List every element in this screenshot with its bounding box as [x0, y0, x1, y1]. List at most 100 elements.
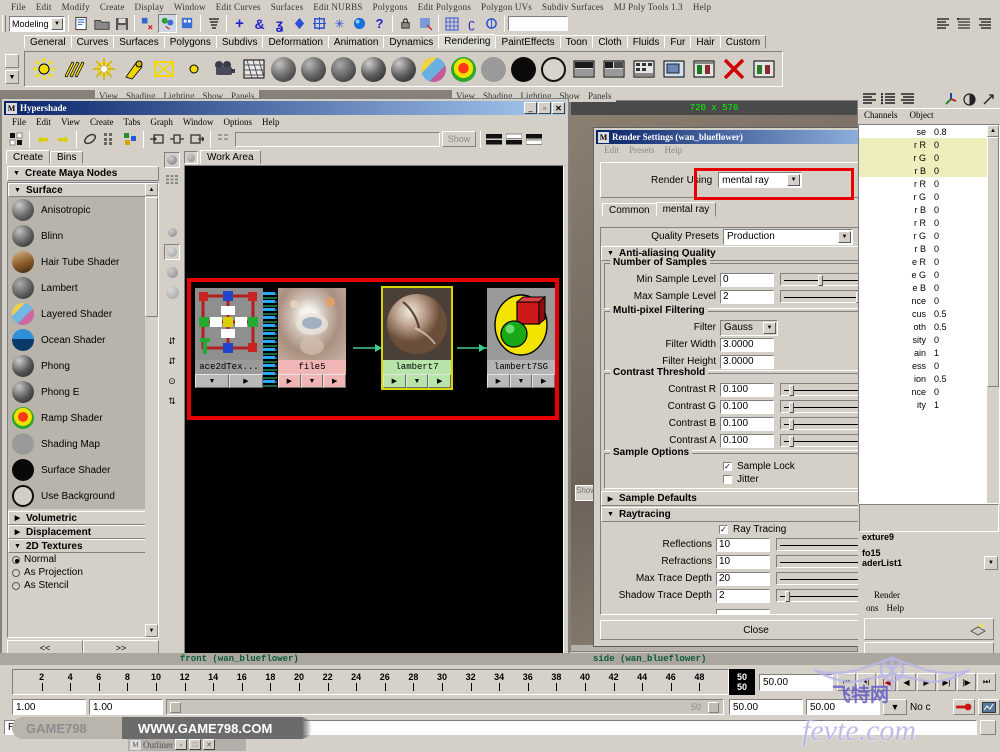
chevron-down-icon[interactable]: ▼: [763, 321, 776, 334]
hs-menu-create[interactable]: Create: [85, 117, 118, 127]
back-arrow-icon[interactable]: ⬅: [34, 130, 52, 148]
sort-reverse-icon[interactable]: ⇵: [165, 354, 180, 369]
sort-by-type-icon[interactable]: ⇅: [165, 394, 180, 409]
node-layered-shader[interactable]: Layered Shader: [8, 301, 158, 327]
hypershade-menu-bar[interactable]: File Edit View Create Tabs Graph Window …: [4, 115, 566, 128]
ipr-render-icon[interactable]: ʗ: [462, 14, 481, 33]
menu-polygons[interactable]: Polygons: [368, 2, 413, 12]
close-icon[interactable]: ✕: [203, 739, 215, 750]
ipr-render-shelf-icon[interactable]: [659, 54, 688, 84]
graph-network-icon[interactable]: [121, 130, 139, 148]
status-line-toolbar[interactable]: Modeling ▼ + & ʓ ✳ ? ʗ: [0, 13, 1000, 34]
menu-mj-poly-tools[interactable]: MJ Poly Tools 1.3: [609, 2, 688, 12]
texture-mode-as-projection[interactable]: As Projection: [8, 566, 158, 579]
work-area-menu-icon[interactable]: [184, 151, 198, 164]
chevron-right-icon[interactable]: ▶: [12, 513, 23, 524]
chevron-down-icon[interactable]: ▼: [11, 168, 22, 179]
quick-select-field[interactable]: [508, 16, 568, 31]
create-list-scrollbar[interactable]: ▲ ▼: [145, 183, 158, 637]
rearrange-graph-icon[interactable]: [101, 130, 119, 148]
chevron-down-icon[interactable]: ▼: [51, 17, 63, 30]
channel-box-tabs[interactable]: Channels Object: [858, 108, 1000, 121]
shelf-tab-deformation[interactable]: Deformation: [262, 35, 329, 49]
shelf-tab-surfaces[interactable]: Surfaces: [113, 35, 165, 49]
channel-row[interactable]: sity 0: [859, 333, 999, 346]
channel-row[interactable]: nce 0: [859, 294, 999, 307]
restore-icon[interactable]: ▫: [175, 739, 187, 750]
channel-row[interactable]: r G0: [859, 151, 999, 164]
rs-menu-help[interactable]: Help: [660, 145, 688, 155]
contrast-b-input[interactable]: 0.100: [720, 416, 774, 431]
chevron-right-icon[interactable]: ▶: [12, 527, 23, 538]
quality-presets-select[interactable]: Production ▼: [723, 228, 853, 245]
filter-width-input[interactable]: 3.0000: [720, 337, 774, 352]
hs-menu-view[interactable]: View: [56, 117, 85, 127]
channel-row[interactable]: r B0: [859, 164, 999, 177]
ray-tracing-checkbox[interactable]: ✓: [719, 525, 728, 534]
save-scene-icon[interactable]: [112, 14, 131, 33]
node-label-texture9[interactable]: exture9: [858, 532, 1000, 542]
spot-light-icon[interactable]: [119, 54, 148, 84]
step-back-key-icon[interactable]: ⏴|: [857, 673, 876, 691]
hs-menu-window[interactable]: Window: [178, 117, 219, 127]
sidebar-toggle-tool-settings-icon[interactable]: [954, 14, 973, 33]
node-expand-icon[interactable]: ▶: [229, 374, 263, 388]
shelf-tab-curves[interactable]: Curves: [70, 35, 115, 49]
rv-panel-menu-panels[interactable]: Panels: [584, 91, 616, 101]
ambient-light-icon[interactable]: [29, 54, 58, 84]
menu-surfaces[interactable]: Surfaces: [266, 2, 309, 12]
channel-row[interactable]: r G0: [859, 190, 999, 203]
hs-menu-file[interactable]: File: [7, 117, 31, 127]
hs-menu-edit[interactable]: Edit: [31, 117, 56, 127]
toolbar-grip[interactable]: [2, 15, 6, 32]
render-view-shelf-icon[interactable]: [749, 54, 778, 84]
shelf-tab-painteffects[interactable]: PaintEffects: [495, 35, 561, 49]
go-to-start-icon[interactable]: ⏮: [837, 673, 856, 691]
node-output-icon[interactable]: ▶: [532, 374, 556, 388]
group-surface[interactable]: ▼ Surface: [8, 183, 158, 197]
auto-key-icon[interactable]: [953, 699, 975, 715]
clear-graph-icon[interactable]: [81, 130, 99, 148]
channel-box-list-icon[interactable]: [880, 91, 897, 107]
hypershade-side-icon-strip[interactable]: ⇵ ⇵ ⊙ ⇅: [162, 150, 182, 657]
channel-row[interactable]: r R0: [859, 177, 999, 190]
node-label-info15[interactable]: fo15: [858, 548, 1000, 558]
jitter-checkbox[interactable]: [723, 475, 732, 484]
select-by-component-type-icon[interactable]: [178, 14, 197, 33]
hypershade-toolbar[interactable]: ⬅ ➡ Show: [4, 128, 566, 150]
shelf-icon-row[interactable]: ▼: [0, 49, 1000, 89]
group-displacement[interactable]: ▶ Displacement: [8, 525, 158, 539]
node-input-icon[interactable]: ▶: [487, 374, 510, 388]
node-footer[interactable]: ▼ ▶: [195, 374, 263, 388]
snap-to-plane-icon[interactable]: [290, 14, 309, 33]
node-label-shaderlist1[interactable]: aderList1: [858, 558, 1000, 568]
anisotropic-shader-icon[interactable]: [269, 54, 298, 84]
channel-row[interactable]: r B0: [859, 242, 999, 255]
channel-row[interactable]: nce 0: [859, 385, 999, 398]
snap-to-view-plane-icon[interactable]: [310, 14, 329, 33]
range-start-field[interactable]: 1.00: [12, 699, 86, 715]
render-settings-icon[interactable]: [482, 14, 501, 33]
scroll-up-icon[interactable]: ▲: [145, 183, 158, 196]
sample-lock-checkbox[interactable]: ✓: [723, 462, 732, 471]
node-collapse-icon[interactable]: ▼: [195, 374, 229, 388]
snap-to-point-icon[interactable]: ʓ: [270, 14, 289, 33]
render-mini-panel[interactable]: Render ons Help: [858, 590, 1000, 654]
node-footer[interactable]: ▶ ▼ ▶: [278, 374, 347, 388]
select-mask-icon[interactable]: [204, 14, 223, 33]
shelf-tab-subdivs[interactable]: Subdivs: [215, 35, 264, 49]
tab-mental-ray[interactable]: mental ray: [655, 202, 717, 217]
menu-edit-polygons[interactable]: Edit Polygons: [413, 2, 476, 12]
create-maya-nodes-header[interactable]: ▼ Create Maya Nodes: [7, 166, 159, 181]
node-footer[interactable]: ▶ ▼ ▶: [383, 374, 452, 388]
graph-node-lambert7[interactable]: lambert7 ▶ ▼ ▶: [381, 286, 453, 390]
node-footer[interactable]: ▶ ▼ ▶: [487, 374, 556, 388]
hypershade-work-area-panel[interactable]: Work Area ace2dTex... ▼ ▶ file5 ▶ ▼ ▶ la…: [182, 150, 566, 657]
menu-polygon-uvs[interactable]: Polygon UVs: [476, 2, 537, 12]
shelf-tab-dynamics[interactable]: Dynamics: [383, 35, 440, 49]
menu-file[interactable]: File: [6, 2, 31, 12]
minimize-icon[interactable]: _: [524, 102, 537, 114]
node-input-icon[interactable]: ▶: [383, 374, 406, 388]
forward-arrow-icon[interactable]: ➡: [54, 130, 72, 148]
radio-icon[interactable]: [12, 568, 20, 577]
